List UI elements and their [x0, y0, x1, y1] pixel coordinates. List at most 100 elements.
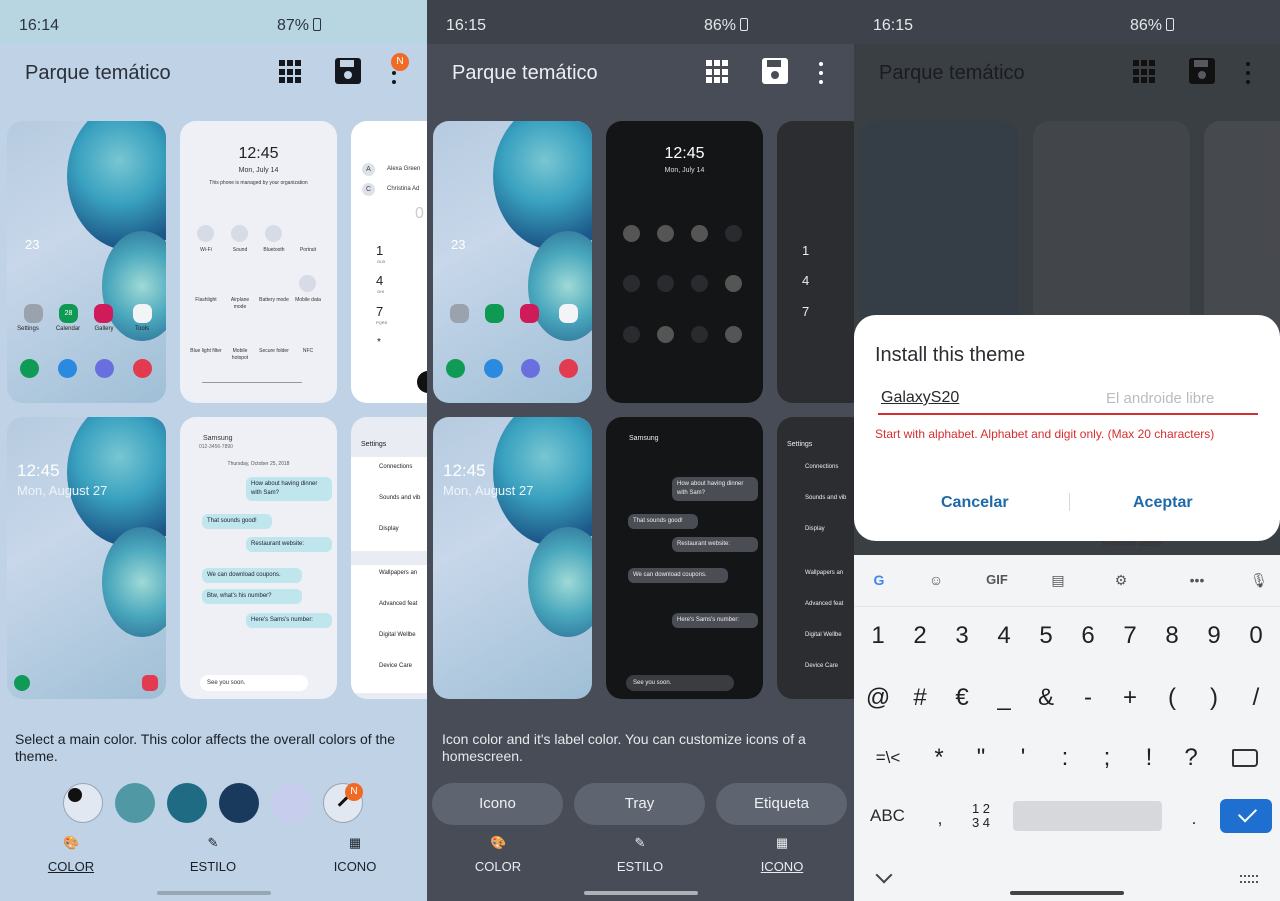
- mic-icon[interactable]: 🎙: [1248, 572, 1270, 592]
- chat-bubble: Restaurant website:: [246, 537, 332, 552]
- backspace-icon[interactable]: [1232, 749, 1258, 767]
- grid-icon: [1133, 60, 1157, 84]
- dial-key: 4: [802, 273, 810, 288]
- preview-home-screen[interactable]: 23: [433, 121, 592, 403]
- preview-quick-panel-dark[interactable]: 12:45 Mon, July 14: [606, 121, 763, 403]
- settings-item: Sounds and vib: [805, 495, 847, 501]
- gallery-app-icon: [520, 304, 539, 323]
- google-icon[interactable]: G: [868, 572, 890, 592]
- gear-icon[interactable]: ⚙: [1110, 572, 1132, 592]
- tools-app-icon: [133, 304, 152, 323]
- key[interactable]: 0: [1242, 622, 1270, 650]
- tab-style[interactable]: ✎ ESTILO: [168, 835, 258, 874]
- bluetooth-icon: [265, 225, 282, 242]
- settings-item: Wallpapers an: [379, 570, 418, 576]
- save-icon[interactable]: [335, 58, 361, 84]
- key[interactable]: /: [1242, 684, 1270, 712]
- key[interactable]: ': [1009, 744, 1037, 772]
- period-key[interactable]: .: [1180, 809, 1208, 829]
- more-icon[interactable]: [815, 62, 827, 84]
- more-icon[interactable]: •••: [1186, 572, 1208, 592]
- settings-item: Advanced feat: [805, 601, 844, 607]
- key[interactable]: 2: [906, 622, 934, 650]
- preview-dialer[interactable]: A Alexa Green C Christina Ad 0 1 GLB 4 G…: [351, 121, 427, 403]
- key[interactable]: 5: [1032, 622, 1060, 650]
- save-icon[interactable]: [762, 58, 788, 84]
- grid-icon[interactable]: [279, 60, 303, 84]
- key[interactable]: 1: [864, 622, 892, 650]
- internet-app-icon: [521, 359, 540, 378]
- gif-button[interactable]: GIF: [982, 572, 1012, 592]
- tab-icon[interactable]: ▦ ICONO: [737, 835, 827, 874]
- preview-quick-panel[interactable]: 12:45 Mon, July 14 This phone is managed…: [180, 121, 337, 403]
- preview-home-screen[interactable]: 23 28 Settings Calendar Gallery Tools: [7, 121, 166, 403]
- swatch-white[interactable]: [63, 783, 103, 823]
- key[interactable]: *: [925, 744, 953, 772]
- palette-icon: 🎨: [490, 835, 507, 850]
- key[interactable]: 6: [1074, 622, 1102, 650]
- aod-time: 12:45: [17, 461, 60, 480]
- bluetooth-icon: [691, 225, 708, 242]
- preview-messages[interactable]: Samsung 012-3456-7890 Thursday, October …: [180, 417, 337, 699]
- preview-settings-dark[interactable]: Settings Connections Sounds and vib Disp…: [777, 417, 854, 699]
- abc-key[interactable]: ABC: [870, 806, 905, 826]
- key[interactable]: =\<: [868, 748, 908, 768]
- tab-color[interactable]: 🎨 COLOR: [26, 835, 116, 874]
- input-underline: [878, 413, 1258, 415]
- swatch-lavender[interactable]: [271, 783, 311, 823]
- key[interactable]: (: [1158, 684, 1186, 712]
- key[interactable]: 3: [948, 622, 976, 650]
- preview-settings[interactable]: Settings Connections Sounds and vib Disp…: [351, 417, 427, 699]
- portrait-icon: [299, 225, 316, 242]
- option-tray[interactable]: Tray: [574, 783, 705, 825]
- install-theme-dialog: Install this theme GalaxyS20 El androide…: [854, 315, 1280, 541]
- comma-key[interactable]: ,: [926, 809, 954, 829]
- key[interactable]: +: [1116, 684, 1144, 712]
- key[interactable]: _: [990, 684, 1018, 712]
- key[interactable]: &: [1032, 684, 1060, 712]
- key[interactable]: !: [1135, 744, 1163, 772]
- tab-icon[interactable]: ▦ ICONO: [310, 835, 400, 874]
- cancel-button[interactable]: Cancelar: [941, 494, 1009, 512]
- tab-style[interactable]: ✎ ESTILO: [595, 835, 685, 874]
- settings-title: Settings: [361, 441, 387, 448]
- chevron-down-icon[interactable]: [875, 866, 893, 884]
- key[interactable]: 8: [1158, 622, 1186, 650]
- swatch-teal[interactable]: [115, 783, 155, 823]
- key[interactable]: :: [1051, 744, 1079, 772]
- numpad-key[interactable]: 1 2 3 4: [966, 802, 996, 830]
- key[interactable]: ;: [1093, 744, 1121, 772]
- key[interactable]: ?: [1177, 744, 1205, 772]
- accept-button[interactable]: Aceptar: [1133, 494, 1193, 512]
- key[interactable]: 9: [1200, 622, 1228, 650]
- enter-key[interactable]: [1220, 799, 1272, 833]
- swatch-navy[interactable]: [219, 783, 259, 823]
- grid-icon[interactable]: [706, 60, 730, 84]
- app-label: Tools: [134, 326, 149, 332]
- battery-icon: [740, 18, 748, 31]
- preview-lock-screen[interactable]: 12:45 Mon, August 27: [7, 417, 166, 699]
- key[interactable]: #: [906, 684, 934, 712]
- settings-item: Device Care: [379, 663, 413, 669]
- key[interactable]: €: [948, 684, 976, 712]
- theme-name-input[interactable]: GalaxyS20: [881, 389, 959, 407]
- gesture-bar: [1010, 891, 1124, 895]
- preview-dialer-dark[interactable]: 1 4 7: [777, 121, 854, 403]
- key[interactable]: @: [864, 684, 892, 712]
- status-battery: 87%: [277, 17, 321, 35]
- tab-color[interactable]: 🎨 COLOR: [453, 835, 543, 874]
- option-icono[interactable]: Icono: [432, 783, 563, 825]
- key[interactable]: -: [1074, 684, 1102, 712]
- key[interactable]: 7: [1116, 622, 1144, 650]
- space-key[interactable]: [1013, 801, 1162, 831]
- sticker-icon[interactable]: ☺: [925, 572, 947, 592]
- key[interactable]: ): [1200, 684, 1228, 712]
- key[interactable]: 4: [990, 622, 1018, 650]
- preview-messages-dark[interactable]: Samsung How about having dinner with Sam…: [606, 417, 763, 699]
- swatch-petrol[interactable]: [167, 783, 207, 823]
- option-etiqueta[interactable]: Etiqueta: [716, 783, 847, 825]
- key[interactable]: ": [967, 744, 995, 772]
- keyboard-icon[interactable]: [1240, 875, 1258, 885]
- clipboard-icon[interactable]: ▤: [1047, 572, 1069, 592]
- preview-lock-screen[interactable]: 12:45 Mon, August 27: [433, 417, 592, 699]
